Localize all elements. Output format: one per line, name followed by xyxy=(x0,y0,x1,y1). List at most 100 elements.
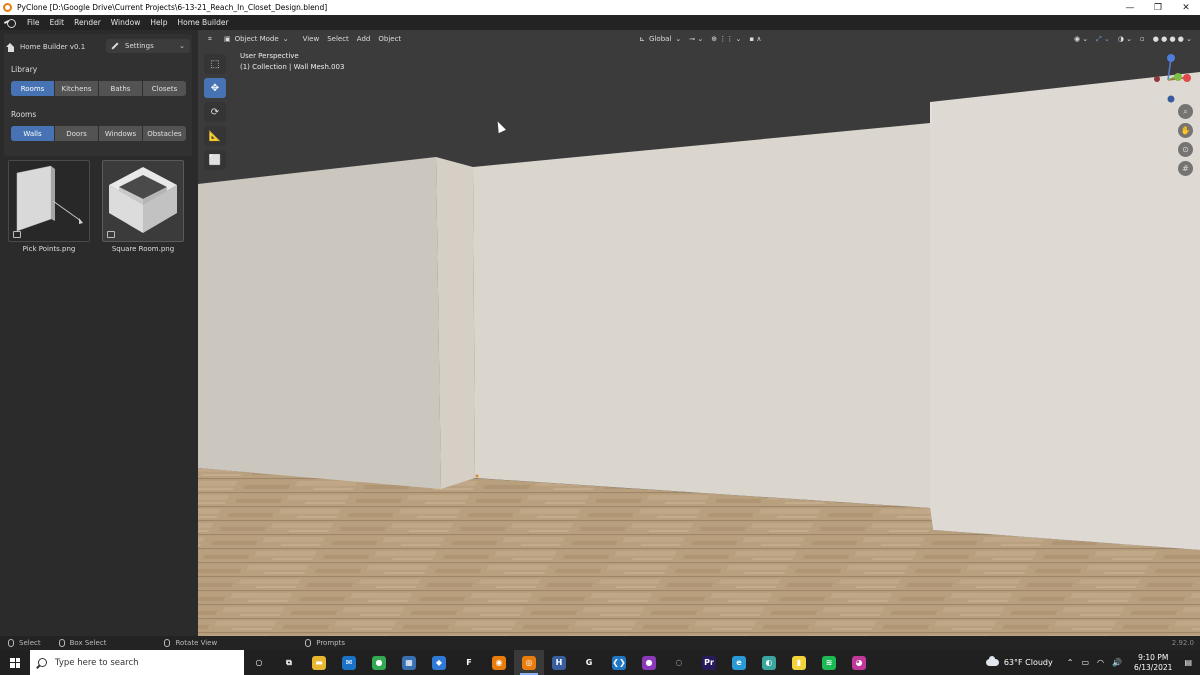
select-box-tool[interactable]: ⬚ xyxy=(204,54,226,74)
image-icon xyxy=(107,231,115,238)
status-rotate-view: Rotate View xyxy=(164,639,217,647)
zoom-icon[interactable]: ⌕ xyxy=(1178,104,1193,119)
orientation-label: Global xyxy=(649,35,672,43)
maximize-button[interactable]: ❐ xyxy=(1144,0,1172,15)
orientation-dropdown[interactable]: ⊾ Global ⌄ xyxy=(635,32,686,46)
task-view-icon[interactable]: ⧉ xyxy=(274,650,304,675)
minimize-button[interactable]: — xyxy=(1116,0,1144,15)
calculator-icon[interactable]: ▦ xyxy=(394,650,424,675)
blender-logo-icon[interactable] xyxy=(4,18,16,28)
status-box-select-label: Box Select xyxy=(69,639,107,647)
app-g-icon[interactable]: G xyxy=(574,650,604,675)
pyclone-icon[interactable]: ◎ xyxy=(514,650,544,675)
app-circle-icon[interactable]: ◌ xyxy=(664,650,694,675)
home-icon xyxy=(6,42,15,52)
pick-points-preview xyxy=(16,165,83,232)
grid-icon[interactable]: # xyxy=(1178,161,1193,176)
chrome-icon[interactable]: ● xyxy=(364,650,394,675)
menu-object[interactable]: Object xyxy=(374,33,405,46)
edge-icon[interactable]: e xyxy=(724,650,754,675)
sticky-notes-icon-glyph: ▮ xyxy=(792,655,806,670)
menu-render[interactable]: Render xyxy=(69,18,106,27)
rotate-tool[interactable]: ⟳ xyxy=(204,102,226,122)
vscode-icon[interactable]: ❮❯ xyxy=(604,650,634,675)
hand-pan-icon[interactable]: ✋ xyxy=(1178,123,1193,138)
editor-type-button[interactable]: ⌗ xyxy=(204,33,216,46)
menu-home-builder[interactable]: Home Builder xyxy=(172,18,233,27)
sticky-notes-icon[interactable]: ▮ xyxy=(784,650,814,675)
start-button[interactable] xyxy=(0,650,30,675)
pivot-icon[interactable]: ⊸ ⌄ xyxy=(685,33,707,46)
github-icon[interactable]: ● xyxy=(634,650,664,675)
app-pink-icon[interactable]: ◕ xyxy=(844,650,874,675)
app-g-icon-glyph: G xyxy=(582,655,596,670)
add-cube-tool[interactable]: ⬜ xyxy=(204,150,226,170)
menu-view[interactable]: View xyxy=(299,33,324,46)
network-icon[interactable]: ◠ xyxy=(1097,658,1104,667)
blender-icon[interactable]: ◉ xyxy=(484,650,514,675)
clock-time: 9:10 PM xyxy=(1138,652,1169,662)
notification-icon[interactable]: ▤ xyxy=(1184,658,1192,667)
windows-taskbar: Type here to search ○ ⧉ ▬ ✉ ● ▦ ◆ F ◉ ◎ H G ❮❯ ● ◌ Pr e ◐… xyxy=(0,650,1200,675)
asset-thumb-pick-points[interactable] xyxy=(8,160,90,242)
camera-icon[interactable]: ⊙ xyxy=(1178,142,1193,157)
overlay-icon[interactable]: ◑ ⌄ xyxy=(1114,33,1136,46)
tab-closets[interactable]: Closets xyxy=(143,81,186,96)
menu-help[interactable]: Help xyxy=(145,18,172,27)
taskbar-search[interactable]: Type here to search xyxy=(30,650,244,675)
tab-rooms[interactable]: Rooms xyxy=(11,81,55,96)
navigation-gizmo[interactable] xyxy=(1140,52,1194,108)
snap-icon[interactable]: ⊕ ⋮⋮ ⌄ xyxy=(707,33,745,46)
tab-kitchens[interactable]: Kitchens xyxy=(55,81,99,96)
file-explorer-icon[interactable]: ▬ xyxy=(304,650,334,675)
menu-window[interactable]: Window xyxy=(106,18,146,27)
shading-icon[interactable]: ● ● ● ● ⌄ xyxy=(1149,33,1196,46)
windows-logo-icon xyxy=(10,657,20,668)
battery-icon[interactable]: ▭ xyxy=(1081,658,1089,667)
app-blue-icon[interactable]: ◆ xyxy=(424,650,454,675)
settings-dropdown[interactable]: Settings ⌄ xyxy=(106,39,190,53)
app-h-icon[interactable]: H xyxy=(544,650,574,675)
spotify-icon[interactable]: ≋ xyxy=(814,650,844,675)
close-button[interactable]: ✕ xyxy=(1172,0,1200,15)
menu-edit[interactable]: Edit xyxy=(45,18,70,27)
pyclone-app-icon xyxy=(3,3,12,12)
weather-widget[interactable]: 63°F Cloudy xyxy=(985,656,1053,667)
room-tabs: Walls Doors Windows Obstacles xyxy=(11,126,186,141)
tab-doors[interactable]: Doors xyxy=(55,126,99,141)
asset-thumb-square-room[interactable] xyxy=(102,160,184,242)
menu-file[interactable]: File xyxy=(22,18,45,27)
gizmo-icon[interactable]: ⤢ ⌄ xyxy=(1092,33,1114,46)
mode-label: Object Mode xyxy=(234,35,279,43)
app-f-icon[interactable]: F xyxy=(454,650,484,675)
mouse-icon xyxy=(164,639,171,647)
3d-viewport[interactable]: ⌗ ▣ Object Mode ⌄ View Select Add Object… xyxy=(198,30,1200,636)
menu-select[interactable]: Select xyxy=(323,33,353,46)
orientation-icon: ⊾ xyxy=(639,35,646,43)
volume-icon[interactable]: 🔊 xyxy=(1112,658,1122,667)
measure-tool[interactable]: 📐 xyxy=(204,126,226,146)
object-mode-dropdown[interactable]: ▣ Object Mode ⌄ xyxy=(219,32,293,46)
proportional-edit-icon[interactable]: ▪ ∧ xyxy=(745,33,765,46)
app-paint-icon-glyph: ◐ xyxy=(762,655,776,670)
clock-date: 6/13/2021 xyxy=(1133,662,1173,672)
clock[interactable]: 9:10 PM 6/13/2021 xyxy=(1134,653,1172,673)
move-tool[interactable]: ✥ xyxy=(204,78,226,98)
menu-add[interactable]: Add xyxy=(353,33,375,46)
status-select: Select xyxy=(8,639,41,647)
tab-baths[interactable]: Baths xyxy=(99,81,143,96)
app-circle-icon-glyph: ◌ xyxy=(672,655,686,670)
status-select-label: Select xyxy=(19,639,41,647)
visibility-icon[interactable]: ◉ ⌄ xyxy=(1070,33,1092,46)
xray-icon[interactable]: ▫ xyxy=(1136,33,1149,46)
search-icon xyxy=(38,658,47,667)
tab-windows[interactable]: Windows xyxy=(99,126,143,141)
premiere-icon[interactable]: Pr xyxy=(694,650,724,675)
tab-obstacles[interactable]: Obstacles xyxy=(143,126,186,141)
mail-icon[interactable]: ✉ xyxy=(334,650,364,675)
app-paint-icon[interactable]: ◐ xyxy=(754,650,784,675)
tab-walls[interactable]: Walls xyxy=(11,126,55,141)
cortana-icon[interactable]: ○ xyxy=(244,650,274,675)
tray-overflow-icon[interactable]: ⌃ xyxy=(1067,658,1074,667)
cloud-icon xyxy=(985,656,999,666)
